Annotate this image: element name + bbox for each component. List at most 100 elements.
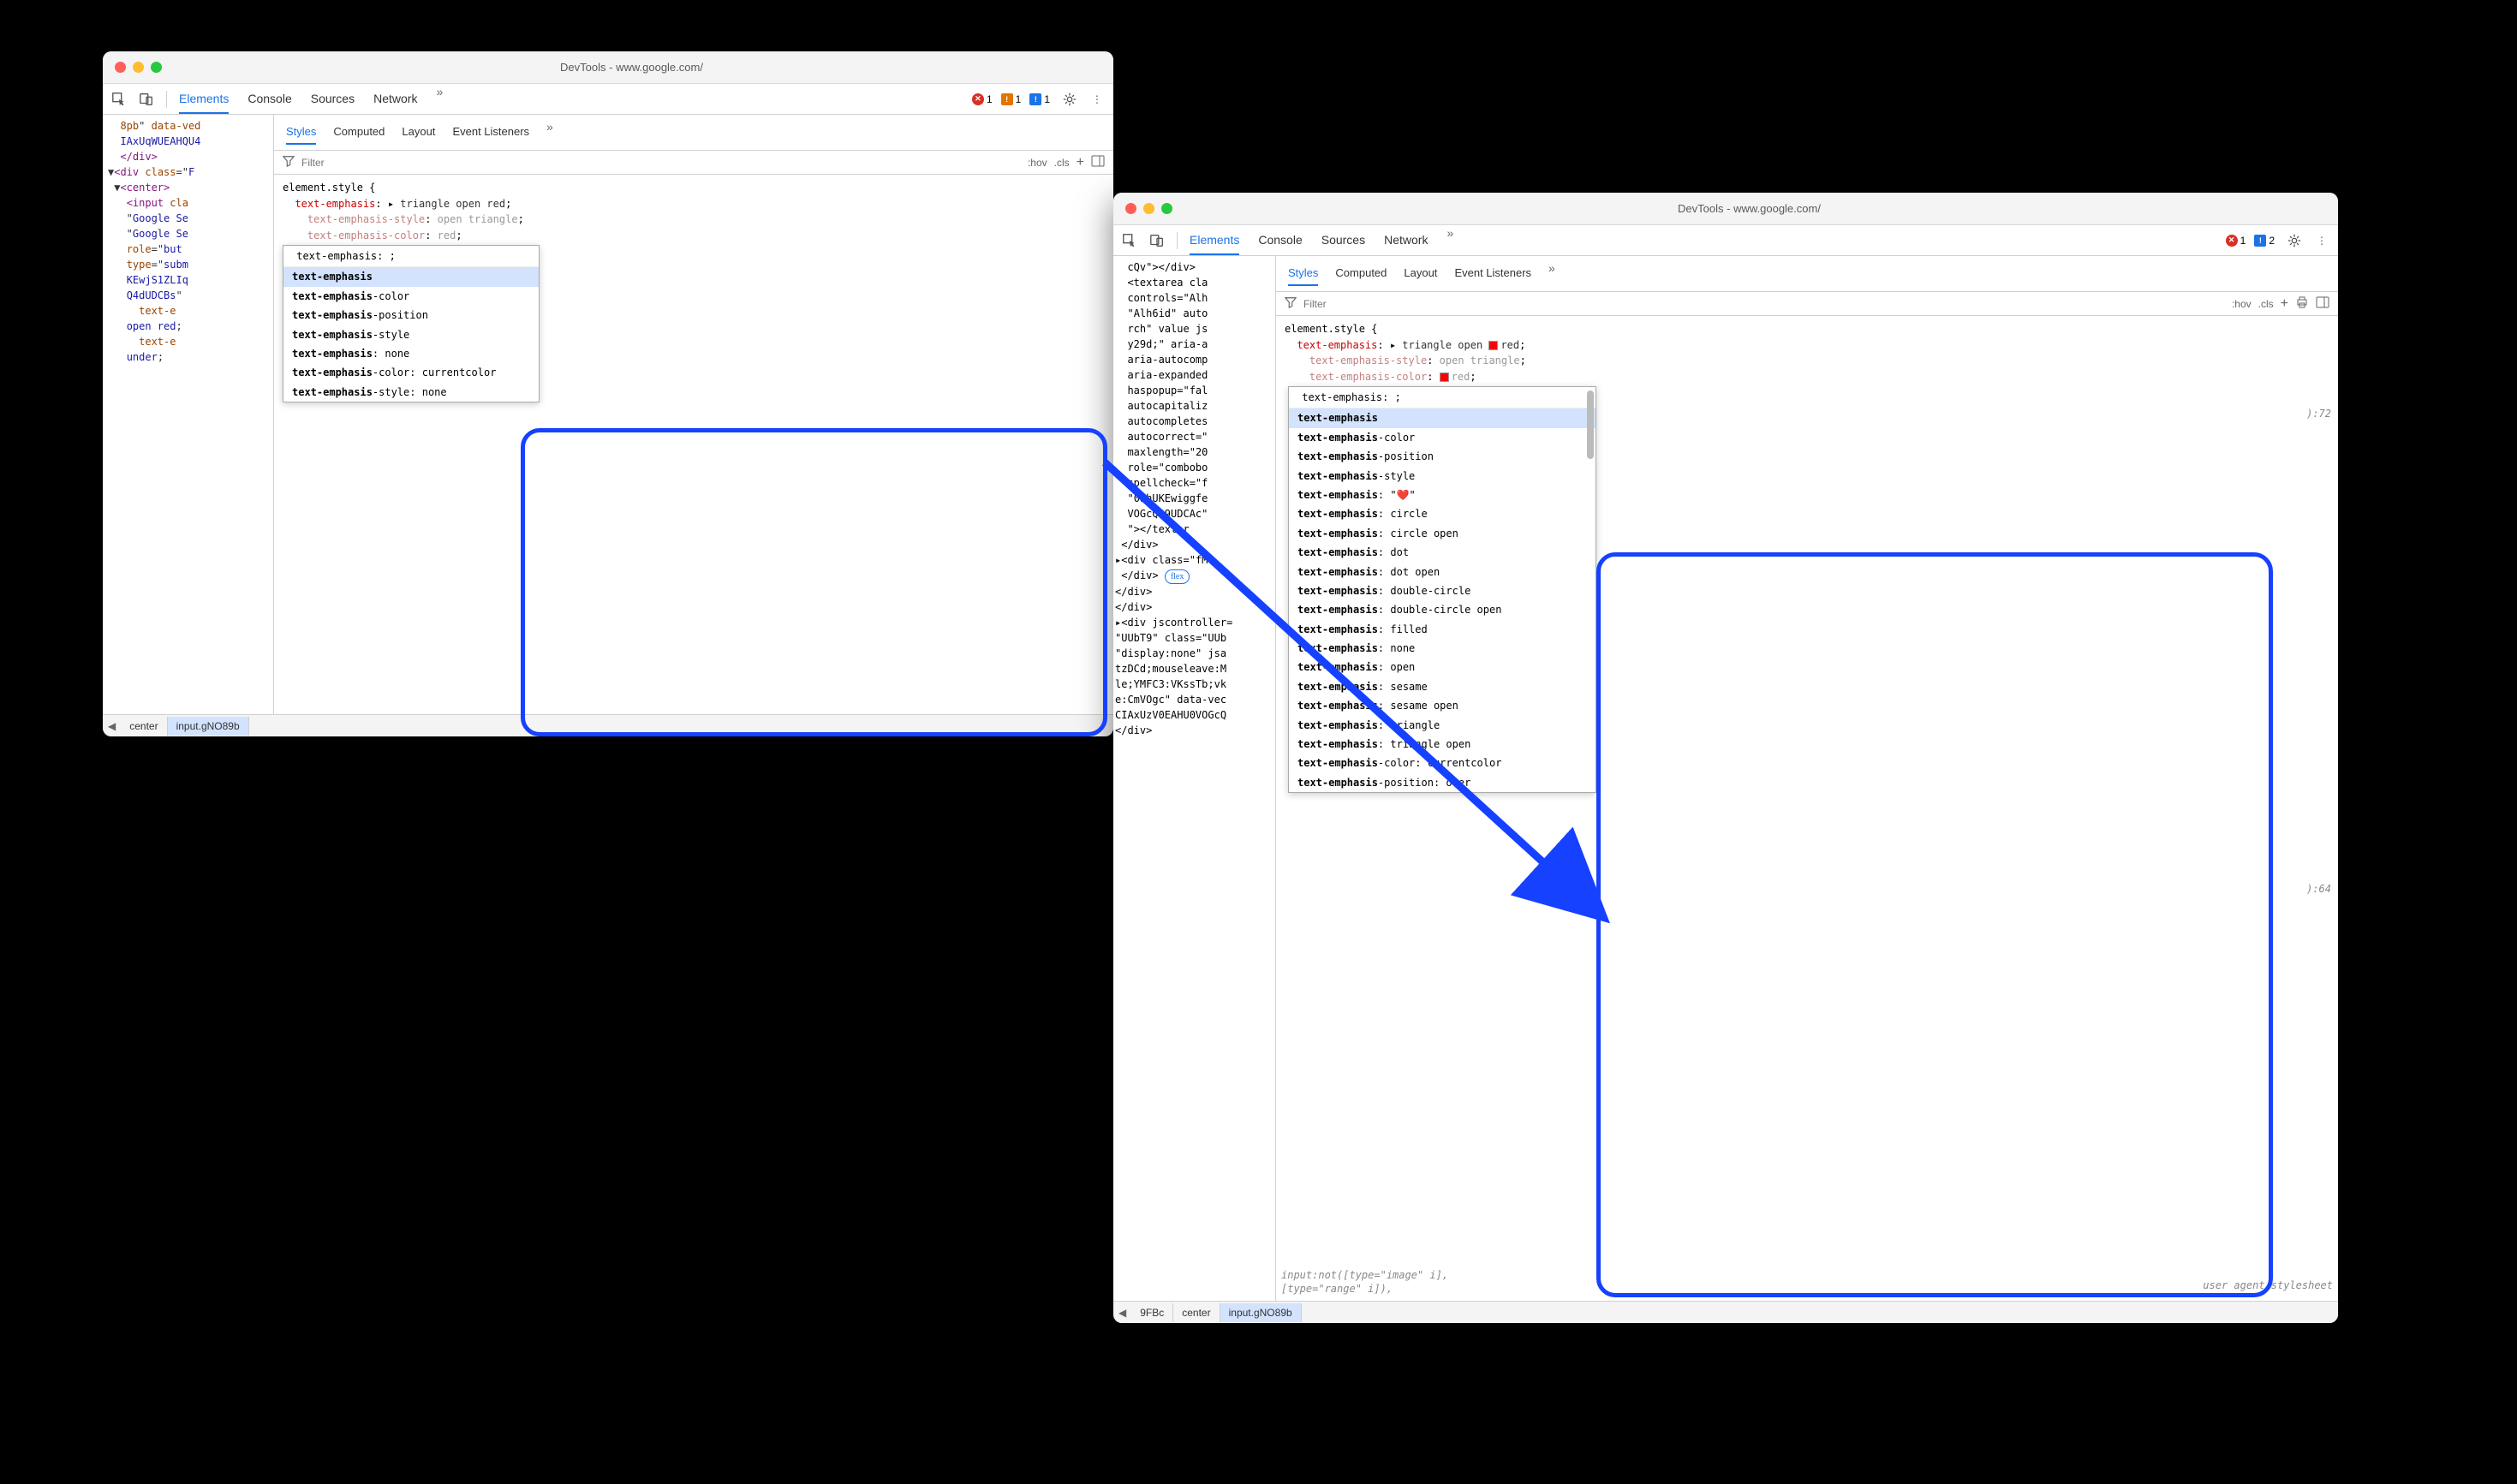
inspect-icon[interactable] [111,92,127,107]
ac-item[interactable]: text-emphasis-color [283,287,539,306]
new-rule-icon[interactable]: + [1077,155,1084,170]
dom-line[interactable]: ▼<div class="F [108,164,268,180]
hov-toggle[interactable]: :hov [2232,298,2252,310]
tab-sources[interactable]: Sources [311,85,355,114]
dom-line[interactable]: autocompletes [1115,414,1273,429]
cls-toggle[interactable]: .cls [2258,298,2274,310]
rule-source-link[interactable]: ):64 [2306,881,2331,897]
new-rule-icon[interactable]: + [2281,296,2288,312]
issues-badge[interactable]: !2 [2254,235,2275,247]
subtab-event-listeners[interactable]: Event Listeners [452,120,529,145]
more-subtabs-icon[interactable]: » [1548,261,1555,286]
dom-line[interactable]: "Google Se [108,226,268,241]
dom-line[interactable]: <input cla [108,195,268,211]
dom-line[interactable]: "Alh6id" auto [1115,306,1273,321]
more-tabs-icon[interactable]: » [1446,226,1453,255]
gear-icon[interactable] [2287,233,2302,248]
errors-badge[interactable]: ✕1 [972,93,993,105]
filter-input[interactable] [1303,298,2225,310]
dom-line[interactable]: autocapitaliz [1115,398,1273,414]
dom-line[interactable]: Q4dUDCBs" [108,288,268,303]
dom-line[interactable]: role="but [108,241,268,257]
minimize-dot-icon[interactable] [1143,203,1154,214]
dom-line[interactable]: <textarea cla [1115,275,1273,290]
tab-console[interactable]: Console [1258,226,1302,255]
dom-line[interactable]: </div> [108,149,268,164]
selector-line[interactable]: element.style { [283,180,1105,196]
dom-line[interactable]: aria-expanded [1115,367,1273,383]
dom-line[interactable]: type="subm [108,257,268,272]
maximize-dot-icon[interactable] [1161,203,1172,214]
dom-line[interactable]: text-e [108,334,268,349]
close-dot-icon[interactable] [1125,203,1136,214]
dom-line[interactable]: 8pb" data-ved [108,118,268,134]
subtab-styles[interactable]: Styles [286,120,316,145]
device-icon[interactable] [139,92,154,107]
subtab-styles[interactable]: Styles [1288,261,1318,286]
css-declaration[interactable]: text-emphasis: ▸ triangle open red; [1285,337,2329,354]
color-swatch-icon[interactable] [1488,341,1498,350]
more-subtabs-icon[interactable]: » [546,120,553,145]
dom-line[interactable]: KEwjS1ZLIq [108,272,268,288]
styles-content[interactable]: element.style { text-emphasis: ▸ triangl… [274,175,1113,714]
css-subproperty[interactable]: text-emphasis-color: red; [1285,369,2329,385]
css-subproperty[interactable]: text-emphasis-style: open triangle; [1285,353,2329,369]
dom-line[interactable]: ▼<center> [108,180,268,195]
ac-item[interactable]: text-emphasis-style: none [283,383,539,402]
dom-line[interactable]: controls="Alh [1115,290,1273,306]
dom-tree[interactable]: 8pb" data-ved IAxUqWUEAHQU4 </div> ▼<div… [103,115,274,714]
ac-input-row[interactable]: text-emphasis: ; [283,246,539,267]
tab-console[interactable]: Console [248,85,291,114]
dom-line[interactable]: rch" value js [1115,321,1273,337]
computed-toggle-icon[interactable] [1091,154,1105,170]
more-tabs-icon[interactable]: » [436,85,443,114]
hov-toggle[interactable]: :hov [1028,157,1047,169]
ac-item[interactable]: text-emphasis-color [1289,428,1595,447]
dom-line[interactable]: aria-autocomp [1115,352,1273,367]
ac-item[interactable]: text-emphasis-style [283,325,539,344]
crumb-left-icon[interactable]: ◀ [1113,1307,1131,1319]
crumb-item[interactable]: center [121,717,167,736]
dom-line[interactable]: under; [108,349,268,365]
dom-line[interactable]: open red; [108,319,268,334]
subtab-computed[interactable]: Computed [333,120,385,145]
dom-line[interactable]: haspopup="fal [1115,383,1273,398]
dom-line[interactable]: "Google Se [108,211,268,226]
dom-line[interactable]: cQv"></div> [1115,259,1273,275]
crumb-left-icon[interactable]: ◀ [103,720,121,732]
crumb-item[interactable]: 9FBc [1131,1303,1173,1322]
selector-line[interactable]: element.style { [1285,321,2329,337]
inspect-icon[interactable] [1122,233,1137,248]
computed-toggle-icon[interactable] [2316,295,2329,312]
css-declaration[interactable]: text-emphasis: ▸ triangle open red; [283,196,1105,212]
ac-input-row[interactable]: text-emphasis: ; [1289,387,1595,408]
warnings-badge[interactable]: !1 [1001,93,1022,105]
subtab-layout[interactable]: Layout [1404,261,1437,286]
crumb-item[interactable]: input.gNO89b [1220,1303,1302,1322]
crumb-item[interactable]: center [1173,1303,1220,1322]
kebab-icon[interactable]: ⋮ [1089,92,1105,107]
ac-item[interactable]: text-emphasis [283,267,539,286]
dom-line[interactable]: text-e [108,303,268,319]
color-swatch-icon[interactable] [1440,372,1449,382]
subtab-event-listeners[interactable]: Event Listeners [1454,261,1531,286]
css-subproperty[interactable]: text-emphasis-style: open triangle; [283,212,1105,228]
dom-line[interactable]: IAxUqWUEAHQU4 [108,134,268,149]
crumb-item[interactable]: input.gNO89b [168,717,249,736]
ac-item[interactable]: text-emphasis-position [283,306,539,325]
issues-badge[interactable]: !1 [1029,93,1050,105]
print-icon[interactable] [2295,295,2309,312]
filter-icon[interactable] [1285,296,1297,311]
dom-line[interactable]: y29d;" aria-a [1115,337,1273,352]
tab-elements[interactable]: Elements [1190,226,1239,255]
dom-line[interactable]: autocorrect=" [1115,429,1273,444]
tab-sources[interactable]: Sources [1321,226,1365,255]
tab-network[interactable]: Network [373,85,417,114]
device-icon[interactable] [1149,233,1165,248]
maximize-dot-icon[interactable] [151,62,162,73]
tab-network[interactable]: Network [1384,226,1428,255]
gear-icon[interactable] [1062,92,1077,107]
filter-icon[interactable] [283,155,295,170]
ac-item[interactable]: text-emphasis [1289,408,1595,427]
kebab-icon[interactable]: ⋮ [2314,233,2329,248]
